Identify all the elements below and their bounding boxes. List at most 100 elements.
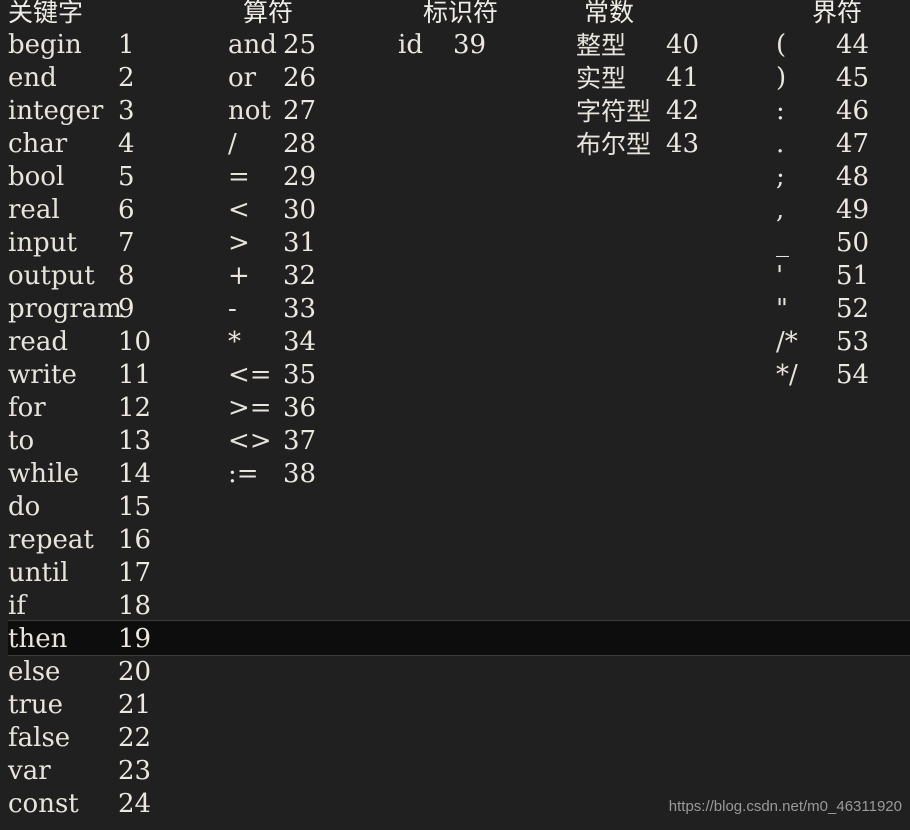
keyword-code: 2 (118, 63, 135, 93)
delimiter-code: 48 (836, 162, 870, 192)
keyword-label[interactable]: to (8, 425, 34, 458)
operator-code: 27 (283, 96, 317, 126)
operator-label[interactable]: <= (228, 359, 272, 392)
keyword-code: 17 (118, 558, 152, 588)
keyword-code: 3 (118, 96, 135, 126)
operator-code: 37 (283, 426, 317, 456)
keyword-label[interactable]: else (8, 656, 60, 689)
column-header-keywords: 关键字 (8, 0, 84, 27)
column-header-operators: 算符 (243, 0, 294, 27)
operator-code: 28 (283, 129, 317, 159)
keyword-code: 14 (118, 459, 152, 489)
keyword-code: 19 (118, 624, 152, 654)
constant-label[interactable]: 整型 (576, 29, 626, 62)
constant-label[interactable]: 实型 (576, 62, 626, 95)
operator-label[interactable]: and (228, 29, 277, 62)
operator-label[interactable]: <> (228, 425, 272, 458)
keyword-label[interactable]: true (8, 689, 63, 722)
keyword-code: 18 (118, 591, 152, 621)
keyword-label[interactable]: false (8, 722, 70, 755)
operator-label[interactable]: < (228, 194, 250, 227)
keyword-label[interactable]: end (8, 62, 57, 95)
operator-code: 30 (283, 195, 317, 225)
delimiter-label[interactable]: /* (776, 326, 798, 359)
identifier-label[interactable]: id (398, 29, 423, 62)
keyword-label[interactable]: integer (8, 95, 103, 128)
operator-label[interactable]: or (228, 62, 256, 95)
operator-label[interactable]: = (228, 161, 250, 194)
keyword-code: 16 (118, 525, 152, 555)
keyword-code: 24 (118, 789, 152, 819)
column-header-constants: 常数 (584, 0, 635, 27)
operator-label[interactable]: >= (228, 392, 272, 425)
keyword-label[interactable]: repeat (8, 524, 94, 557)
keyword-label[interactable]: begin (8, 29, 82, 62)
keyword-label[interactable]: if (8, 590, 26, 623)
column-header-delimiters: 界符 (812, 0, 863, 27)
keyword-code: 11 (118, 360, 152, 390)
keyword-label[interactable]: program (8, 293, 122, 326)
delimiter-label[interactable]: _ (776, 227, 789, 260)
keyword-code: 8 (118, 261, 135, 291)
operator-code: 38 (283, 459, 317, 489)
delimiter-code: 46 (836, 96, 870, 126)
watermark-text: https://blog.csdn.net/m0_46311920 (668, 798, 902, 815)
delimiter-label[interactable]: . (776, 128, 784, 161)
delimiter-label[interactable]: ( (776, 29, 786, 62)
keyword-code: 23 (118, 756, 152, 786)
delimiter-code: 49 (836, 195, 870, 225)
operator-code: 26 (283, 63, 317, 93)
operator-label[interactable]: not (228, 95, 271, 128)
keyword-code: 15 (118, 492, 152, 522)
delimiter-label[interactable]: ' (776, 260, 783, 293)
delimiter-code: 47 (836, 129, 870, 159)
operator-label[interactable]: / (228, 128, 237, 161)
operator-code: 36 (283, 393, 317, 423)
constant-label[interactable]: 布尔型 (576, 128, 651, 161)
delimiter-label[interactable]: " (776, 293, 788, 326)
keyword-label[interactable]: write (8, 359, 77, 392)
operator-label[interactable]: > (228, 227, 250, 260)
operator-code: 35 (283, 360, 317, 390)
keyword-label[interactable]: const (8, 788, 79, 821)
keyword-label[interactable]: output (8, 260, 95, 293)
keyword-label[interactable]: var (8, 755, 51, 788)
keyword-label[interactable]: while (8, 458, 79, 491)
keyword-label[interactable]: until (8, 557, 69, 590)
delimiter-label[interactable]: : (776, 95, 785, 128)
delimiter-label[interactable]: , (776, 194, 784, 227)
keyword-code: 9 (118, 294, 135, 324)
delimiter-label[interactable]: ) (776, 62, 786, 95)
delimiter-label[interactable]: */ (776, 359, 798, 392)
operator-label[interactable]: * (228, 326, 241, 359)
operator-label[interactable]: := (228, 458, 259, 491)
keyword-label[interactable]: do (8, 491, 40, 524)
delimiter-label[interactable]: ; (776, 161, 785, 194)
operator-code: 32 (283, 261, 317, 291)
keyword-code: 13 (118, 426, 152, 456)
keyword-code: 22 (118, 723, 152, 753)
constant-code: 42 (666, 96, 700, 126)
delimiter-code: 45 (836, 63, 870, 93)
keyword-code: 12 (118, 393, 152, 423)
keyword-label[interactable]: for (8, 392, 46, 425)
operator-code: 29 (283, 162, 317, 192)
keyword-label[interactable]: real (8, 194, 60, 227)
constant-label[interactable]: 字符型 (576, 95, 651, 128)
keyword-label[interactable]: then (8, 623, 67, 656)
constant-code: 41 (666, 63, 700, 93)
keyword-label[interactable]: read (8, 326, 68, 359)
keyword-code: 7 (118, 228, 135, 258)
console-output-screen: 关键字 算符 标识符 常数 界符 begin 1 end 2 integer 3 char 4… (0, 0, 910, 830)
column-header-identifiers: 标识符 (423, 0, 499, 27)
operator-label[interactable]: + (228, 260, 250, 293)
constant-code: 43 (666, 129, 700, 159)
keyword-label[interactable]: char (8, 128, 67, 161)
keyword-code: 10 (118, 327, 152, 357)
keyword-label[interactable]: bool (8, 161, 64, 194)
delimiter-code: 53 (836, 327, 870, 357)
operator-label[interactable]: - (228, 293, 237, 326)
keyword-label[interactable]: input (8, 227, 77, 260)
delimiter-code: 50 (836, 228, 870, 258)
operator-code: 31 (283, 228, 317, 258)
